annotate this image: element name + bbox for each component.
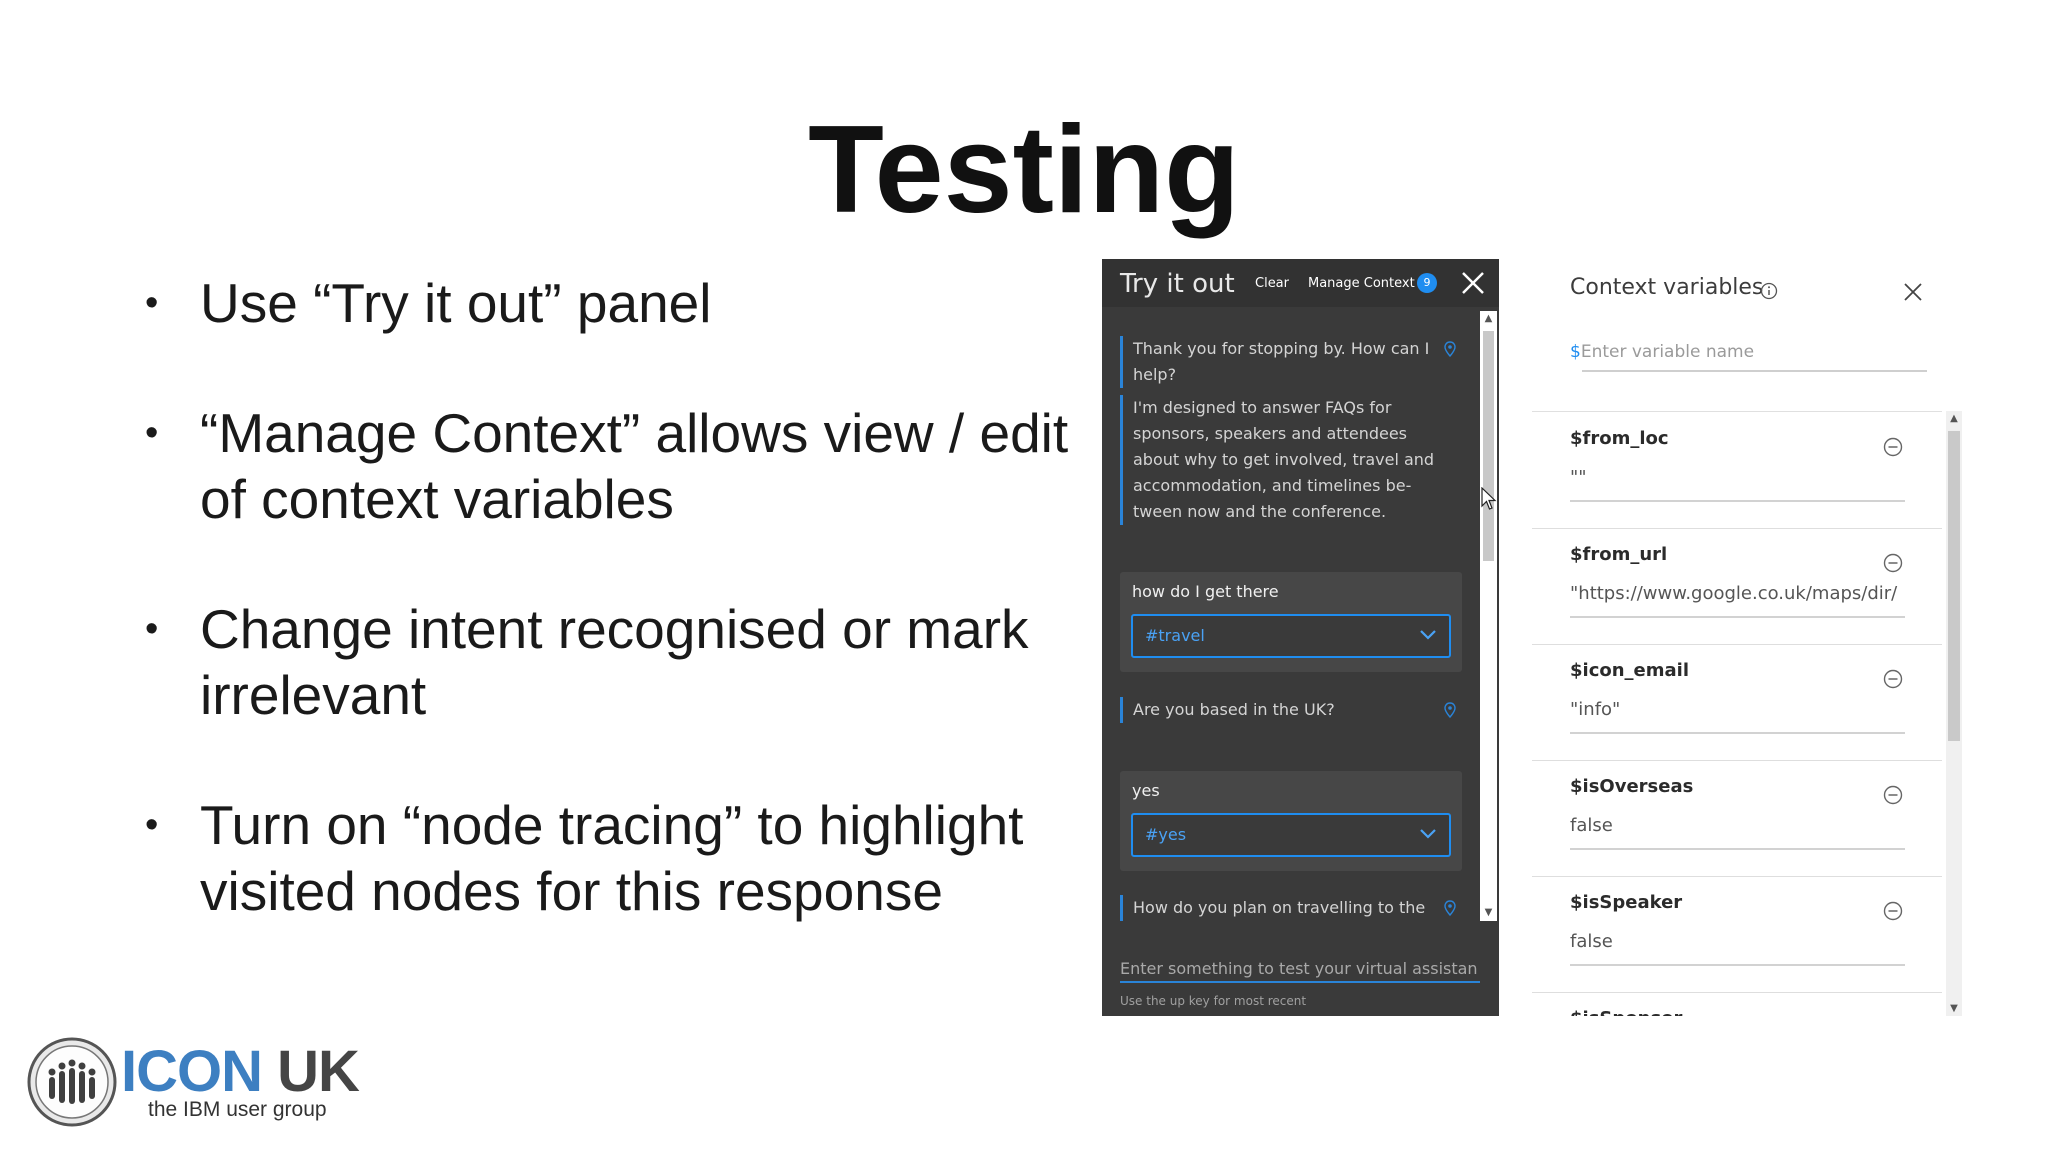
variable-value-field[interactable]: "https://www.google.co.uk/maps/dir/: [1570, 583, 1905, 604]
clear-button[interactable]: Clear: [1255, 276, 1289, 291]
bullet-dot: •: [145, 804, 159, 846]
input-underline: [1570, 848, 1905, 850]
location-pin-icon[interactable]: [1444, 702, 1456, 718]
variable-value-field[interactable]: false: [1570, 931, 1905, 952]
context-variable-item: $isSpeaker false: [1532, 876, 1942, 993]
bullet-line: of context variables: [200, 468, 674, 530]
variable-name: $from_url: [1570, 544, 1668, 565]
chevron-down-icon: [1420, 630, 1436, 640]
bullet-line: Turn on “node tracing” to highlight: [200, 794, 1024, 856]
message-input[interactable]: Enter something to test your virtual ass…: [1120, 959, 1480, 978]
logo-word-icon: ICON: [121, 1039, 263, 1104]
variable-name: $from_loc: [1570, 428, 1669, 449]
user-message-text: how do I get there: [1132, 582, 1279, 601]
logo-mark-icon: [27, 1037, 117, 1127]
close-icon[interactable]: [1902, 281, 1924, 303]
scrollbar[interactable]: ▲ ▼: [1946, 411, 1962, 1016]
context-variable-item: $isSponsor: [1532, 992, 1942, 1016]
scrollbar-thumb[interactable]: [1948, 431, 1960, 741]
variable-name: $isOverseas: [1570, 776, 1694, 797]
user-message-text: yes: [1132, 781, 1160, 800]
try-it-out-panel: Try it out Clear Manage Context 9 Thank …: [1102, 259, 1499, 1016]
logo-wordmark: ICON UK: [121, 1039, 360, 1104]
assistant-message: Are you based in the UK?: [1120, 697, 1443, 723]
user-message: how do I get there #travel: [1120, 572, 1462, 672]
context-variable-item: $from_url "https://www.google.co.uk/maps…: [1532, 528, 1942, 645]
variable-value-field[interactable]: "": [1570, 467, 1905, 488]
remove-circle-icon[interactable]: [1882, 436, 1904, 458]
context-variable-list: $from_loc "" $from_url "https://www.goog…: [1532, 411, 1942, 1016]
context-variables-panel: Context variables $Enter variable name $…: [1532, 259, 1962, 1016]
bullet-text: Use “Try it out” panel: [200, 270, 1080, 336]
variable-value-field[interactable]: "info": [1570, 699, 1905, 720]
try-it-out-title: Try it out: [1120, 269, 1235, 299]
variable-name: $isSponsor: [1570, 1008, 1682, 1016]
scroll-up-icon[interactable]: ▲: [1483, 314, 1494, 324]
mouse-cursor-icon: [1481, 487, 1497, 510]
variable-name-input[interactable]: $Enter variable name: [1570, 342, 1754, 362]
bullet-dot: •: [145, 412, 159, 454]
bullet-dot: •: [145, 608, 159, 650]
assistant-message: I'm designed to answer FAQs for sponsors…: [1120, 395, 1443, 525]
location-pin-icon[interactable]: [1444, 900, 1456, 916]
scroll-up-icon[interactable]: ▲: [1948, 413, 1960, 424]
context-variable-item: $from_loc "": [1532, 412, 1942, 529]
variable-value-field[interactable]: false: [1570, 815, 1905, 836]
variable-name: $isSpeaker: [1570, 892, 1683, 913]
close-icon[interactable]: [1459, 269, 1487, 297]
scroll-down-icon[interactable]: ▼: [1948, 1003, 1960, 1014]
assistant-message: Thank you for stopping by. How can I hel…: [1120, 336, 1443, 388]
bullet-text: Turn on “node tracing” to highlight visi…: [200, 792, 1080, 924]
intent-dropdown[interactable]: #yes: [1131, 813, 1451, 857]
bullet-text: Change intent recognised or mark irrelev…: [200, 596, 1080, 728]
user-message: yes #yes: [1120, 771, 1462, 871]
try-it-out-header: Try it out Clear Manage Context 9: [1102, 259, 1499, 307]
variable-name-placeholder: Enter variable name: [1580, 342, 1755, 362]
context-variable-item: $icon_email "info": [1532, 644, 1942, 761]
variable-name: $icon_email: [1570, 660, 1689, 681]
remove-circle-icon[interactable]: [1882, 900, 1904, 922]
remove-circle-icon[interactable]: [1882, 668, 1904, 690]
chevron-down-icon: [1420, 829, 1436, 839]
input-underline: [1570, 732, 1905, 734]
slide-title: Testing: [808, 101, 1240, 239]
input-underline: [1582, 370, 1927, 372]
context-variables-title: Context variables: [1570, 275, 1764, 300]
scrollbar[interactable]: ▲ ▼: [1480, 311, 1497, 921]
scroll-down-icon[interactable]: ▼: [1483, 908, 1494, 918]
input-underline: [1120, 981, 1480, 983]
input-hint: Use the up key for most recent: [1120, 994, 1307, 1008]
bullet-line: irrelevant: [200, 664, 427, 726]
context-variable-item: $isOverseas false: [1532, 760, 1942, 877]
info-icon[interactable]: [1760, 282, 1778, 300]
input-underline: [1570, 616, 1905, 618]
location-pin-icon[interactable]: [1444, 341, 1456, 357]
intent-dropdown[interactable]: #travel: [1131, 614, 1451, 658]
logo-tagline: the IBM user group: [148, 1098, 327, 1121]
remove-circle-icon[interactable]: [1882, 552, 1904, 574]
dollar-prefix: $: [1570, 342, 1581, 362]
bullet-text: “Manage Context” allows view / edit of c…: [200, 400, 1080, 532]
bullet-line: “Manage Context” allows view / edit: [200, 402, 1069, 464]
bullet-line: Change intent recognised or mark: [200, 598, 1029, 660]
bullet-dot: •: [145, 282, 159, 324]
input-underline: [1570, 964, 1905, 966]
intent-value: #travel: [1145, 626, 1205, 645]
assistant-message: How do you plan on travelling to the: [1120, 895, 1443, 921]
remove-circle-icon[interactable]: [1882, 784, 1904, 806]
logo-word-uk: UK: [262, 1039, 360, 1104]
scrollbar-thumb[interactable]: [1483, 331, 1494, 561]
input-underline: [1570, 500, 1905, 502]
manage-context-button[interactable]: Manage Context: [1308, 276, 1415, 291]
context-count-badge: 9: [1417, 273, 1437, 293]
intent-value: #yes: [1145, 825, 1187, 844]
bullet-line: Use “Try it out” panel: [200, 272, 712, 334]
bullet-line: visited nodes for this response: [200, 860, 943, 922]
icon-uk-logo: ICON UK the IBM user group: [26, 1036, 360, 1146]
